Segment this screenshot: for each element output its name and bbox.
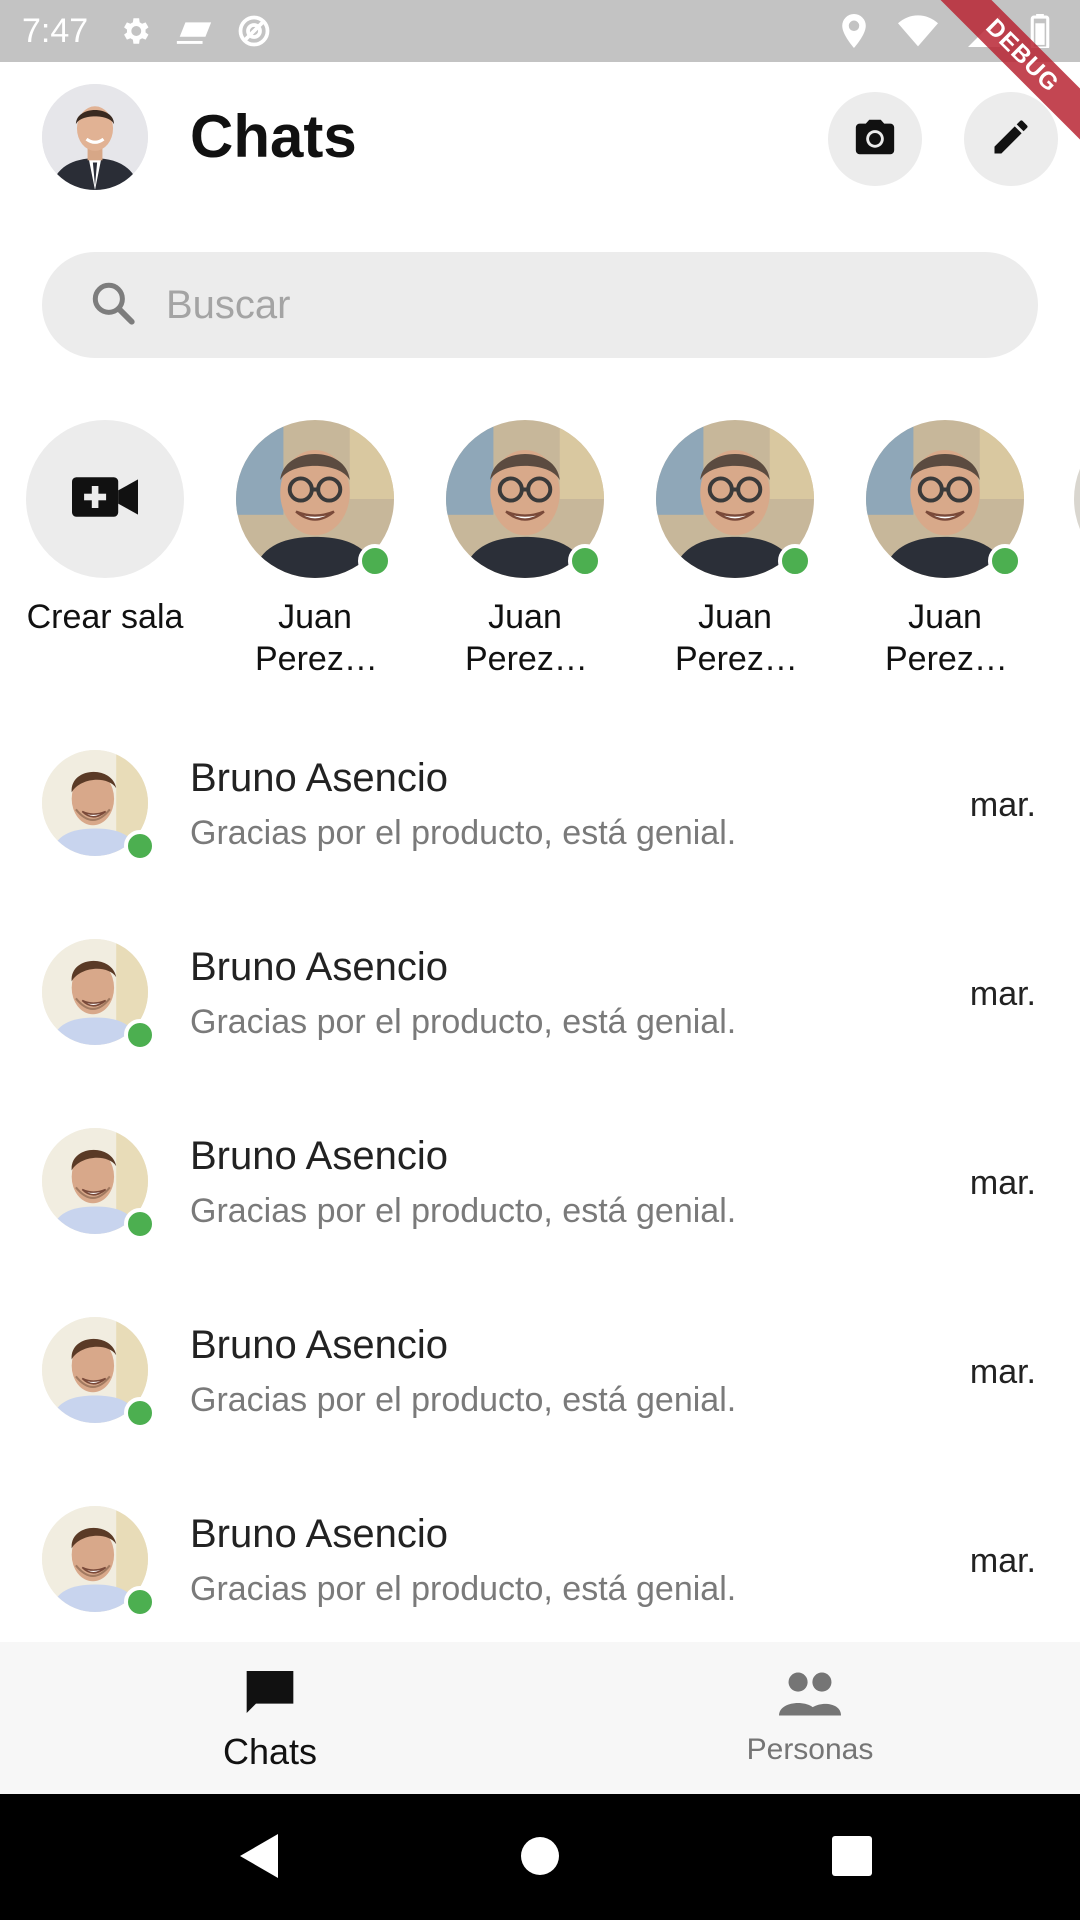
location-icon	[840, 14, 868, 48]
online-indicator	[124, 1397, 156, 1429]
story-item[interactable]: Juan Perez…	[215, 420, 415, 680]
chat-time: mar.	[969, 975, 1036, 1013]
story-avatar[interactable]	[236, 420, 394, 578]
story-avatar[interactable]	[866, 420, 1024, 578]
chat-time: mar.	[969, 1353, 1036, 1391]
story-item[interactable]: Juan Perez…	[635, 420, 835, 680]
chat-time: mar.	[969, 786, 1036, 824]
search-icon	[88, 278, 138, 333]
story-name: Juan Perez…	[675, 598, 798, 678]
video-add-icon	[72, 475, 138, 524]
status-bar: 7:47	[0, 0, 1080, 62]
camera-icon	[852, 114, 898, 165]
battery-icon	[1030, 14, 1050, 48]
chat-row[interactable]: Bruno Asencio Gracias por el producto, e…	[0, 909, 1080, 1098]
chat-avatar	[42, 1506, 156, 1618]
wifi-icon	[898, 15, 938, 47]
chat-bubble-icon	[242, 1664, 298, 1725]
people-icon	[779, 1670, 841, 1723]
story-name: Juan Perez…	[465, 598, 588, 678]
chat-avatar	[42, 1128, 156, 1240]
online-indicator	[778, 544, 812, 578]
recents-icon[interactable]	[832, 1836, 872, 1881]
online-indicator	[358, 544, 392, 578]
signal-icon	[968, 15, 1000, 47]
home-icon[interactable]	[520, 1836, 560, 1881]
chat-row[interactable]: Bruno Asencio Gracias por el producto, e…	[0, 720, 1080, 909]
online-indicator	[124, 1019, 156, 1051]
chat-preview: Gracias por el producto, está genial.	[190, 1381, 737, 1419]
search-bar[interactable]	[42, 252, 1038, 358]
nav-tab-people-label: Personas	[746, 1732, 874, 1766]
chat-preview: Gracias por el producto, está genial.	[190, 1570, 737, 1608]
status-time: 7:47	[22, 11, 89, 50]
chat-name: Bruno Asencio	[190, 1512, 448, 1556]
chat-avatar	[42, 939, 156, 1051]
edit-icon	[989, 115, 1033, 164]
nav-tab-chats-label: Chats	[222, 1730, 318, 1772]
online-indicator	[124, 830, 156, 862]
create-room-button[interactable]: Crear sala	[5, 420, 205, 638]
header: Chats	[0, 62, 1080, 212]
camera-button[interactable]	[828, 92, 922, 186]
chat-name: Bruno Asencio	[190, 756, 448, 800]
bottom-navigation: Chats Personas	[0, 1642, 1080, 1794]
online-indicator	[568, 544, 602, 578]
page-title: Chats	[190, 103, 357, 170]
new-message-button[interactable]	[964, 92, 1058, 186]
chat-preview: Gracias por el producto, está genial.	[190, 1003, 737, 1041]
system-navigation-bar	[0, 1794, 1080, 1920]
create-room-label: Crear sala	[26, 598, 184, 636]
chat-name: Bruno Asencio	[190, 1134, 448, 1178]
chat-preview: Gracias por el producto, está genial.	[190, 1192, 737, 1230]
story-name: Juan Perez…	[255, 598, 378, 678]
story-avatar[interactable]	[656, 420, 814, 578]
online-indicator	[988, 544, 1022, 578]
back-icon[interactable]	[238, 1832, 280, 1885]
nav-tab-people[interactable]: Personas	[540, 1642, 1080, 1794]
active-people-row: Crear sala Juan Perez… Juan Perez… Juan …	[0, 420, 1080, 680]
settings-icon	[118, 14, 152, 48]
chat-name: Bruno Asencio	[190, 945, 448, 989]
chat-time: mar.	[969, 1542, 1036, 1580]
story-avatar[interactable]	[446, 420, 604, 578]
profile-avatar[interactable]	[42, 84, 148, 190]
search-input[interactable]	[166, 282, 966, 328]
chat-time: mar.	[969, 1164, 1036, 1202]
online-indicator	[124, 1208, 156, 1240]
online-indicator	[124, 1586, 156, 1618]
chat-avatar	[42, 1317, 156, 1429]
chat-list: Bruno Asencio Gracias por el producto, e…	[0, 720, 1080, 1665]
story-item[interactable]: Juan Perez…	[845, 420, 1045, 680]
chat-name: Bruno Asencio	[190, 1323, 448, 1367]
story-avatar-partial[interactable]	[1074, 420, 1080, 578]
create-room-circle[interactable]	[26, 420, 184, 578]
chat-row[interactable]: Bruno Asencio Gracias por el producto, e…	[0, 1476, 1080, 1665]
story-name: Juan Perez…	[885, 598, 1008, 678]
nav-tab-chats[interactable]: Chats	[0, 1642, 540, 1794]
chat-row[interactable]: Bruno Asencio Gracias por el producto, e…	[0, 1098, 1080, 1287]
chat-preview: Gracias por el producto, está genial.	[190, 814, 737, 852]
chat-avatar	[42, 750, 156, 862]
chat-row[interactable]: Bruno Asencio Gracias por el producto, e…	[0, 1287, 1080, 1476]
cast-icon	[174, 16, 214, 46]
do-not-disturb-icon	[236, 13, 272, 49]
story-item[interactable]: Juan Perez…	[425, 420, 625, 680]
